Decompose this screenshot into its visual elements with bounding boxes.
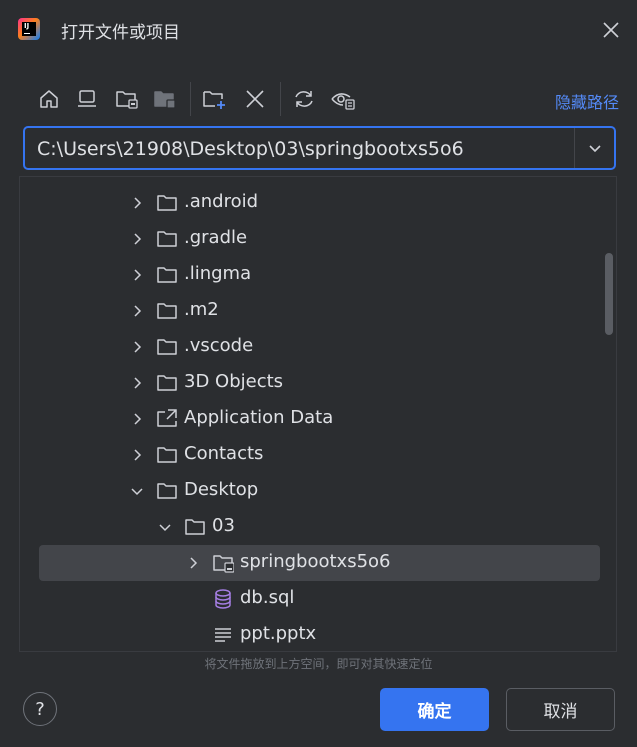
module-folder-icon (154, 91, 176, 109)
chevron-right-icon[interactable] (130, 232, 144, 246)
tree-item-label: 3D Objects (184, 371, 284, 392)
module-folder-button[interactable] (150, 84, 180, 114)
ok-button[interactable]: 确定 (380, 688, 489, 731)
show-hidden-icon (331, 93, 355, 110)
tree-row[interactable]: 3D Objects (20, 365, 616, 401)
refresh-button[interactable] (289, 84, 319, 114)
chevron-right-icon[interactable] (130, 376, 144, 390)
chevron-down-icon (589, 145, 601, 153)
help-button[interactable]: ? (23, 692, 57, 726)
tree-row[interactable]: db.sql (20, 581, 616, 617)
tree-item-label: .lingma (184, 263, 252, 284)
combo-divider (574, 128, 575, 168)
folder-icon (185, 519, 205, 535)
tree-row[interactable]: Desktop (20, 473, 616, 509)
path-dropdown-button[interactable] (579, 132, 611, 164)
home-button[interactable] (34, 84, 64, 114)
project-folder-icon (116, 91, 138, 109)
tree-row[interactable]: .gradle (20, 221, 616, 257)
tree-item-label: Application Data (184, 407, 334, 428)
tree-item-label: springbootxs5o6 (240, 551, 391, 572)
folder-icon (157, 339, 177, 355)
path-combobox (23, 126, 616, 170)
folder-icon (157, 483, 177, 499)
close-icon (603, 22, 619, 38)
chevron-right-icon[interactable] (130, 340, 144, 354)
folder-link-icon (157, 409, 177, 427)
toolbar-separator (190, 82, 191, 116)
tree-item-label: .vscode (184, 335, 254, 356)
folder-icon (157, 375, 177, 391)
tree-item-label: ppt.pptx (240, 623, 317, 644)
home-icon (40, 90, 58, 108)
desktop-button[interactable] (72, 84, 102, 114)
tree-item-label: Desktop (184, 479, 259, 500)
chevron-right-icon[interactable] (130, 412, 144, 426)
toolbar (34, 82, 624, 116)
folder-icon (157, 267, 177, 283)
refresh-icon (295, 91, 313, 107)
new-folder-icon (203, 91, 225, 109)
tree-item-label: .m2 (184, 299, 219, 320)
chevron-right-icon[interactable] (130, 268, 144, 282)
project-folder-icon (213, 555, 234, 573)
new-folder-button[interactable] (200, 84, 230, 114)
chevron-right-icon[interactable] (130, 196, 144, 210)
path-input[interactable] (37, 137, 577, 161)
chevron-down-icon[interactable] (158, 520, 172, 534)
tree-row[interactable]: Application Data (20, 401, 616, 437)
drop-hint: 将文件拖放到上方空间，即可对其快速定位 (204, 657, 433, 671)
tree-row[interactable]: 03 (20, 509, 616, 545)
show-hidden-button[interactable] (328, 84, 358, 114)
close-button[interactable] (601, 20, 621, 40)
project-folder-button[interactable] (112, 84, 142, 114)
intellij-logo-icon: IJ (18, 18, 40, 40)
tree-row[interactable]: .lingma (20, 257, 616, 293)
desktop-icon (78, 90, 96, 107)
tree-item-label: .gradle (184, 227, 248, 248)
toolbar-separator (280, 82, 281, 116)
chevron-right-icon[interactable] (130, 448, 144, 462)
title-bar: IJ 打开文件或项目 (0, 0, 637, 60)
chevron-down-icon[interactable] (130, 484, 144, 498)
delete-icon (246, 90, 264, 108)
delete-button[interactable] (240, 84, 270, 114)
text-file-icon (215, 628, 231, 642)
tree-row[interactable]: .m2 (20, 293, 616, 329)
tree-scrollbar[interactable] (605, 253, 613, 335)
hide-path-link[interactable]: 隐藏路径 (555, 89, 619, 113)
tree-row[interactable]: .android (20, 185, 616, 221)
folder-icon (157, 231, 177, 247)
database-file-icon (215, 589, 231, 609)
tree-row[interactable]: .vscode (20, 329, 616, 365)
cancel-button[interactable]: 取消 (506, 688, 615, 731)
folder-icon (157, 447, 177, 463)
tree-row[interactable]: ppt.pptx (20, 617, 616, 651)
tree-row[interactable]: springbootxs5o6 (20, 545, 616, 581)
tree-item-label: .android (184, 191, 259, 212)
folder-icon (157, 195, 177, 211)
tree-item-label: Contacts (184, 443, 264, 464)
chevron-right-icon[interactable] (186, 556, 200, 570)
dialog-title: 打开文件或项目 (61, 23, 180, 43)
tree-item-label: 03 (212, 515, 235, 536)
folder-icon (157, 303, 177, 319)
file-tree: .android .gradle .lingma .m2 .vscode 3D Objec… (19, 176, 617, 652)
tree-item-label: db.sql (240, 587, 295, 608)
tree-row[interactable]: Contacts (20, 437, 616, 473)
chevron-right-icon[interactable] (130, 304, 144, 318)
